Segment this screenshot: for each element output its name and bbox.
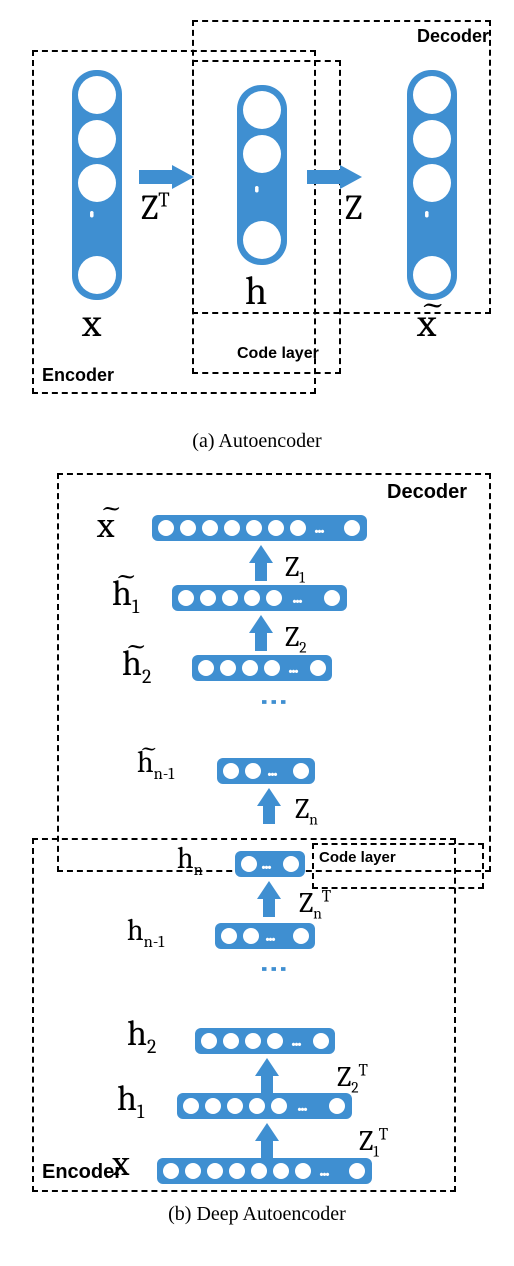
arrow-up-e3 xyxy=(255,1123,279,1159)
bar-ht1: ... xyxy=(172,585,347,611)
label-h2: h2 xyxy=(127,1013,156,1058)
arrow-zt xyxy=(139,165,194,189)
label-xtilde: x xyxy=(417,300,514,346)
panel-b: Decoder Encoder Code layer x ... Z1 h1 .… xyxy=(10,473,504,1226)
label-ht1: h1 xyxy=(112,573,139,618)
arrow-up-e2 xyxy=(255,1058,279,1094)
arrow-up-1 xyxy=(249,545,273,581)
arrow-up-2 xyxy=(249,615,273,651)
caption-a: (a) Autoencoder xyxy=(10,430,504,453)
label-x: x xyxy=(82,300,101,346)
encoder-label-b: Encoder xyxy=(42,1161,122,1184)
code-layer-label-b: Code layer xyxy=(319,849,396,866)
bar-hn1: ... xyxy=(215,923,315,949)
bar-h2: ... xyxy=(195,1028,335,1054)
bar-x: ... xyxy=(157,1158,372,1184)
label-z: Z xyxy=(345,188,362,228)
encoder-box-b xyxy=(32,838,456,1192)
label-htn1: hn-1 xyxy=(137,745,174,784)
bar-ht2: ... xyxy=(192,655,332,681)
panel-a-canvas: Decoder Encoder Code layer ... x ZT ... xyxy=(17,20,497,420)
encoder-label: Encoder xyxy=(42,365,114,386)
decoder-label: Decoder xyxy=(417,26,489,47)
label-zt: ZT xyxy=(141,188,170,228)
vector-x: ... xyxy=(72,70,122,300)
decoder-label-b: Decoder xyxy=(387,481,467,504)
arrow-up-e1 xyxy=(257,881,281,917)
arrow-up-n xyxy=(257,788,281,824)
vector-h: ... xyxy=(237,85,287,265)
label-hn: hn xyxy=(177,841,203,880)
vector-xtilde: ... xyxy=(407,70,457,300)
caption-b: (b) Deep Autoencoder xyxy=(10,1203,504,1226)
label-z2: Z2 xyxy=(285,621,306,657)
panel-a: Decoder Encoder Code layer ... x ZT ... xyxy=(10,20,504,453)
label-znT: ZnT xyxy=(299,887,331,923)
bar-xtilde: ... xyxy=(152,515,367,541)
label-ht2: h2 xyxy=(122,643,151,688)
figure: Decoder Encoder Code layer ... x ZT ... xyxy=(10,20,504,1226)
code-layer-label: Code layer xyxy=(237,345,319,363)
arrow-z xyxy=(307,165,362,189)
label-x-b: x xyxy=(112,1143,129,1184)
label-h: h xyxy=(245,268,267,314)
label-xtilde-b: x xyxy=(97,505,114,546)
bar-hn: ... xyxy=(235,851,305,877)
label-z1T: Z1T xyxy=(359,1125,388,1161)
label-z1: Z1 xyxy=(285,551,305,587)
arrow-dots-dec: ⋮ xyxy=(257,688,290,713)
bar-h1: ... xyxy=(177,1093,352,1119)
label-h1: h1 xyxy=(117,1078,144,1123)
arrow-dots-enc: ⋮ xyxy=(257,955,290,980)
bar-htn1: ... xyxy=(217,758,315,784)
label-zn: Zn xyxy=(295,793,318,829)
label-z2T: Z2T xyxy=(337,1061,368,1097)
panel-b-canvas: Decoder Encoder Code layer x ... Z1 h1 .… xyxy=(17,473,497,1193)
label-hn1: hn-1 xyxy=(127,913,164,952)
